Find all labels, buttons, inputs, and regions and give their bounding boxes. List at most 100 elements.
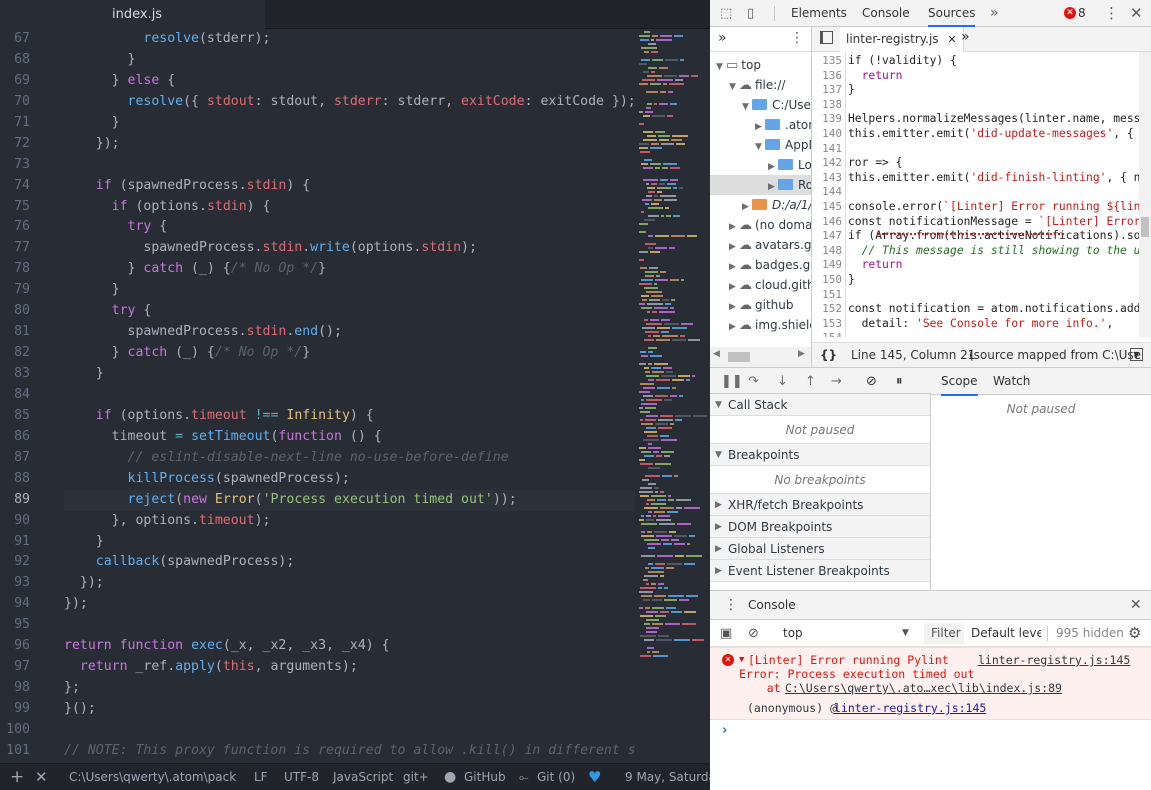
source-line[interactable]: 153 detail: 'See Console for more info.'… [812,317,1139,332]
navigator-item[interactable]: ▶☁cloud.githu [710,275,811,297]
source-line[interactable]: 149 return [812,258,1139,273]
collapsed-icon[interactable]: ▶ [768,177,778,197]
tab-console[interactable]: Console [862,0,910,27]
collapsed-icon[interactable]: ▶ [742,197,752,217]
code-line[interactable]: }); [64,573,635,594]
expand-error-icon[interactable]: ▼ [739,653,744,667]
code-line[interactable]: resolve(stderr); [64,29,635,50]
console-settings-icon[interactable]: ⚙ [1128,620,1141,647]
call-stack-section[interactable]: ▼ Call Stack [710,394,930,416]
navigator-item[interactable]: ▶ .atom [710,115,811,137]
pause-icon[interactable]: ❚❚ [721,368,743,395]
source-line-number[interactable]: 137 [812,83,842,98]
source-scrollbar[interactable] [1139,52,1151,337]
navigator-item[interactable]: ▶ ☁ badges.gr [710,255,811,277]
filter-input[interactable]: Filter [924,623,964,644]
close-icon[interactable]: ✕ [35,764,48,790]
collapsed-icon[interactable]: ▶ [729,277,739,297]
source-line[interactable]: 150} [812,273,1139,288]
inspect-element-icon[interactable]: ⬚ [720,0,732,27]
navigator-item[interactable]: ▶ ☁ (no doma [710,215,811,235]
tab-scope[interactable]: Scope [941,368,978,396]
source-line[interactable]: 135 if (!validity) { [812,54,1139,69]
navigator-item[interactable]: ▶ Loc [710,155,811,175]
log-levels-select[interactable]: Default levels [971,620,1041,647]
add-icon[interactable]: + [10,764,24,790]
code-line[interactable]: try { [64,301,635,322]
source-file-tab[interactable]: linter-registry.js ✕ [840,27,964,52]
collapsed-icon[interactable]: ▶ [755,117,765,137]
source-line-number[interactable]: 148 [812,244,842,259]
collapsed-icon[interactable]: ▶ [729,317,739,337]
close-tab-icon[interactable]: ✕ [947,33,956,46]
scroll-right-icon[interactable]: ▶ [798,349,805,359]
file-path[interactable]: C:\Users\qwerty\.atom\pack [69,764,236,790]
source-line-number[interactable]: 143 [812,171,842,186]
code-line[interactable]: callback(spawnedProcess); [64,552,635,573]
device-toolbar-icon[interactable]: ▯ [747,0,754,27]
code-line[interactable]: }(); [64,699,635,720]
source-line[interactable]: 147 if (Array.from(this.activeNotificatio… [812,229,1139,244]
navigator-item[interactable]: ▶ ☁ github [710,295,793,315]
source-line-number[interactable]: 152 [812,302,842,317]
source-line[interactable]: 152 const notification = atom.notificatio… [812,302,1139,317]
code-line[interactable] [64,385,635,406]
twitter-icon[interactable]: ♥ [588,764,601,790]
github-button[interactable]: GitHub [464,764,506,790]
current-code-line[interactable]: reject(new Error('Process execution time… [64,489,635,511]
navigator-item[interactable]: ▼ ☁ file:// [710,75,785,95]
coverage-icon[interactable]: ▼ [1130,348,1143,361]
code-line[interactable]: } [64,364,635,385]
drawer-menu-icon[interactable]: ⋮ [724,591,738,620]
scroll-thumb[interactable] [1141,217,1149,237]
source-line[interactable]: 143 this.emitter.emit('did-finish-linting… [812,171,1139,186]
expanded-icon[interactable]: ▼ [729,77,739,97]
source-map-info[interactable]: (source mapped from C:\Use [969,343,1141,367]
event-listener-breakpoints-section[interactable]: ▶ Event Listener Breakpoints [710,560,930,582]
context-dropdown-icon[interactable]: ▼ [902,620,909,647]
deactivate-breakpoints-icon[interactable]: ⊘ [866,368,877,395]
code-lines[interactable]: resolve(stderr); } } else { resolve({ st… [64,29,699,762]
source-line-number[interactable]: 144 [812,185,842,200]
code-line[interactable]: }, options.timeout); [64,511,635,532]
source-line[interactable]: 148 // This message is still showing to … [812,244,1139,259]
source-line-number[interactable]: 141 [812,142,842,157]
navigator-scrollbar[interactable]: ◀ ▶ [710,347,811,367]
source-line-number[interactable]: 135 [812,54,842,69]
source-line-number[interactable]: 139 [812,112,842,127]
code-line[interactable]: if (options.stdin) { [64,197,635,218]
breakpoints-section[interactable]: ▼ Breakpoints [710,444,930,466]
source-line[interactable]: 140 this.emitter.emit('did-update-message… [812,127,1139,142]
error-count[interactable]: 8 [1078,0,1086,27]
code-line[interactable]: return _ref.apply(this, arguments); [64,657,635,678]
source-line-number[interactable]: 149 [812,258,842,273]
global-listeners-section[interactable]: ▶ Global Listeners [710,538,930,560]
code-line[interactable]: } else { [64,71,635,92]
error-stack-link[interactable]: C:\Users\qwerty\.ato…xec\lib\index.js:89 [785,681,1062,695]
source-line-number[interactable]: 145 [812,200,842,215]
show-sidebar-icon[interactable]: ▣ [720,620,732,647]
more-icon[interactable]: » [718,30,727,46]
collapsed-icon[interactable]: ▶ [729,257,739,277]
source-line-number[interactable]: 146 [812,215,842,230]
expanded-icon[interactable]: ▼ [742,97,752,117]
code-line[interactable]: } [64,280,635,301]
code-line[interactable]: try { [64,217,635,238]
expanded-icon[interactable]: ▼ [755,137,765,157]
navigator-item[interactable]: ▶ ☁ avatars.gi [710,235,811,255]
source-line-number[interactable]: 150 [812,273,842,288]
code-line[interactable]: // NOTE: This proxy function is required… [64,741,699,762]
navigator-item[interactable]: ▼ ▭ top [710,55,761,75]
more-tabs-icon[interactable]: » [990,0,999,27]
source-line-number[interactable]: 140 [812,127,842,142]
tab-elements[interactable]: Elements [791,0,847,27]
source-line[interactable]: 154 ... [812,331,1139,337]
context-select[interactable]: top [783,620,803,647]
collapsed-icon[interactable]: ▶ [729,297,739,317]
source-line[interactable]: 142 ror => { [812,156,1139,171]
code-line[interactable]: if (spawnedProcess.stdin) { [64,176,635,197]
source-line-number[interactable]: 147 [812,229,842,244]
error-source-link[interactable]: linter-registry.js:145 [978,653,1130,667]
navigator-item[interactable]: ▼ C:/Users [710,95,811,117]
tab-watch[interactable]: Watch [993,368,1030,394]
